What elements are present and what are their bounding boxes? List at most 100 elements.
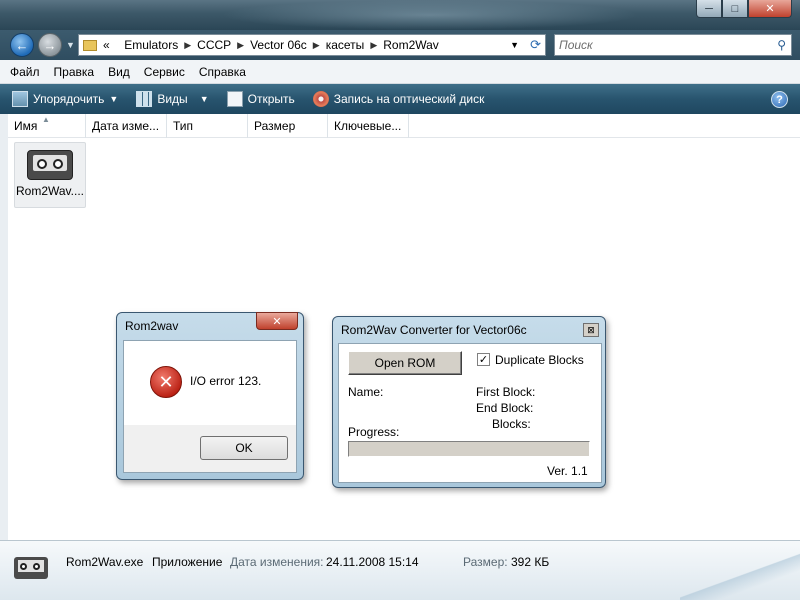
chevron-right-icon[interactable]: ▶ — [313, 40, 320, 51]
details-filename: Rom2Wav.exe — [66, 555, 144, 569]
organize-button[interactable]: Упорядочить ▼ — [12, 91, 118, 107]
breadcrumb-item[interactable]: Emulators — [124, 38, 178, 52]
minimize-button[interactable]: ─ — [696, 0, 722, 18]
cassette-icon — [27, 150, 73, 180]
progress-bar — [348, 441, 590, 457]
open-button[interactable]: Открыть — [226, 91, 295, 107]
duplicate-blocks-label[interactable]: Duplicate Blocks — [495, 353, 584, 367]
cassette-reel — [37, 159, 47, 169]
column-label: Тип — [173, 119, 194, 133]
cassette-reel — [53, 159, 63, 169]
error-message-area: ✕ I/O error 123. — [124, 341, 296, 425]
menu-tools[interactable]: Сервис — [144, 65, 185, 79]
duplicate-blocks-checkbox[interactable]: ✓ — [477, 353, 490, 366]
arrow-right-icon: → — [43, 37, 57, 53]
progress-label: Progress: — [348, 425, 400, 439]
chevron-right-icon[interactable]: ▶ — [237, 40, 244, 51]
open-icon — [226, 91, 243, 107]
arrow-left-icon: ← — [15, 37, 29, 53]
menu-view[interactable]: Вид — [108, 65, 130, 79]
error-icon: ✕ — [150, 366, 182, 398]
cassette-icon — [14, 557, 48, 579]
decorative-swoosh — [680, 540, 800, 600]
error-dialog-close-button[interactable]: ✕ — [256, 312, 298, 330]
chevron-right-icon[interactable]: ▶ — [184, 40, 191, 51]
breadcrumb-item-current[interactable]: Rom2Wav — [383, 38, 439, 52]
breadcrumb-overflow[interactable]: « — [103, 38, 110, 52]
details-modified-label: Дата изменения: — [230, 555, 324, 569]
column-headers: ▲ Имя Дата изме... Тип Размер Ключевые..… — [8, 114, 800, 138]
chevron-down-icon: ▼ — [199, 94, 209, 104]
error-button-area: OK — [124, 425, 296, 472]
error-dialog-title: Rom2wav — [125, 319, 179, 333]
address-bar[interactable]: « Emulators ▶ СССР ▶ Vector 06c ▶ касеты… — [78, 34, 546, 56]
column-label: Имя — [14, 119, 38, 133]
menu-help[interactable]: Справка — [199, 65, 246, 79]
breadcrumb-item[interactable]: Vector 06c — [250, 38, 307, 52]
column-label: Размер — [254, 119, 296, 133]
command-toolbar: Упорядочить ▼ Виды ▼ Открыть Запись на о… — [0, 84, 800, 114]
first-block-label: First Block: — [476, 385, 536, 399]
views-icon — [136, 91, 153, 107]
menu-bar: Файл Правка Вид Сервис Справка — [0, 60, 800, 84]
nav-pane-edge — [0, 114, 8, 540]
close-button[interactable]: ✕ — [748, 0, 792, 18]
cassette-reel — [20, 563, 27, 570]
column-date-modified[interactable]: Дата изме... — [86, 114, 167, 138]
cassette-reel — [33, 563, 40, 570]
file-item[interactable]: Rom2Wav.... — [14, 142, 86, 208]
disc-icon — [312, 91, 329, 107]
organize-icon — [12, 91, 28, 107]
column-label: Ключевые... — [334, 119, 402, 133]
menu-file[interactable]: Файл — [10, 65, 40, 79]
version-label: Ver. 1.1 — [547, 464, 588, 478]
burn-disc-button[interactable]: Запись на оптический диск — [312, 91, 485, 107]
maximize-button[interactable]: □ — [722, 0, 748, 18]
breadcrumb-item[interactable]: касеты — [326, 38, 365, 52]
open-rom-button[interactable]: Open ROM — [348, 351, 462, 375]
error-dialog: Rom2wav ✕ ✕ I/O error 123. OK — [116, 312, 304, 480]
details-modified-value: 24.11.2008 15:14 — [326, 555, 419, 569]
column-name[interactable]: ▲ Имя — [8, 114, 86, 138]
forward-button[interactable]: → — [38, 33, 62, 57]
search-placeholder: Поиск — [559, 38, 593, 52]
column-tags[interactable]: Ключевые... — [328, 114, 409, 138]
window-titlebar[interactable]: ─ □ ✕ — [0, 0, 800, 30]
menu-edit[interactable]: Правка — [54, 65, 95, 79]
chevron-down-icon: ▼ — [109, 94, 119, 104]
address-row: ← → ▼ « Emulators ▶ СССР ▶ Vector 06c ▶ … — [0, 30, 800, 60]
column-label: Дата изме... — [92, 119, 160, 133]
converter-close-button[interactable]: ⊠ — [583, 323, 599, 337]
converter-dialog: Rom2Wav Converter for Vector06c ⊠ Open R… — [332, 316, 606, 488]
window-controls: ─ □ ✕ — [696, 0, 792, 18]
name-label: Name: — [348, 385, 384, 399]
back-button[interactable]: ← — [10, 33, 34, 57]
search-input[interactable]: Поиск ⚲ — [554, 34, 792, 56]
views-label: Виды — [157, 92, 188, 106]
column-size[interactable]: Размер — [248, 114, 328, 138]
recent-pages-dropdown[interactable]: ▼ — [66, 40, 75, 50]
converter-dialog-title: Rom2Wav Converter for Vector06c — [341, 323, 527, 337]
ok-button[interactable]: OK — [200, 436, 288, 460]
breadcrumb-item[interactable]: СССР — [197, 38, 231, 52]
details-type: Приложение — [152, 555, 223, 569]
error-dialog-body: ✕ I/O error 123. OK — [123, 340, 297, 473]
converter-body: Open ROM ✓ Duplicate Blocks Name: First … — [338, 343, 602, 483]
views-button[interactable]: Виды ▼ — [136, 91, 209, 107]
details-size-value: 392 КБ — [511, 555, 550, 569]
error-message: I/O error 123. — [190, 374, 262, 388]
column-type[interactable]: Тип — [167, 114, 248, 138]
folder-icon — [83, 39, 97, 51]
address-dropdown-icon[interactable]: ▼ — [510, 40, 519, 50]
search-icon[interactable]: ⚲ — [777, 38, 786, 52]
titlebar-glow — [220, 0, 640, 30]
file-name: Rom2Wav.... — [15, 184, 84, 198]
refresh-icon[interactable]: ⟳ — [530, 37, 541, 53]
breadcrumb: « Emulators ▶ СССР ▶ Vector 06c ▶ касеты… — [103, 38, 439, 52]
chevron-right-icon[interactable]: ▶ — [370, 40, 377, 51]
burn-disc-label: Запись на оптический диск — [333, 92, 485, 106]
breadcrumb-separator-icon — [116, 40, 119, 50]
organize-label: Упорядочить — [33, 92, 105, 106]
help-icon[interactable]: ? — [771, 91, 788, 108]
details-size-label: Размер: — [463, 555, 508, 569]
